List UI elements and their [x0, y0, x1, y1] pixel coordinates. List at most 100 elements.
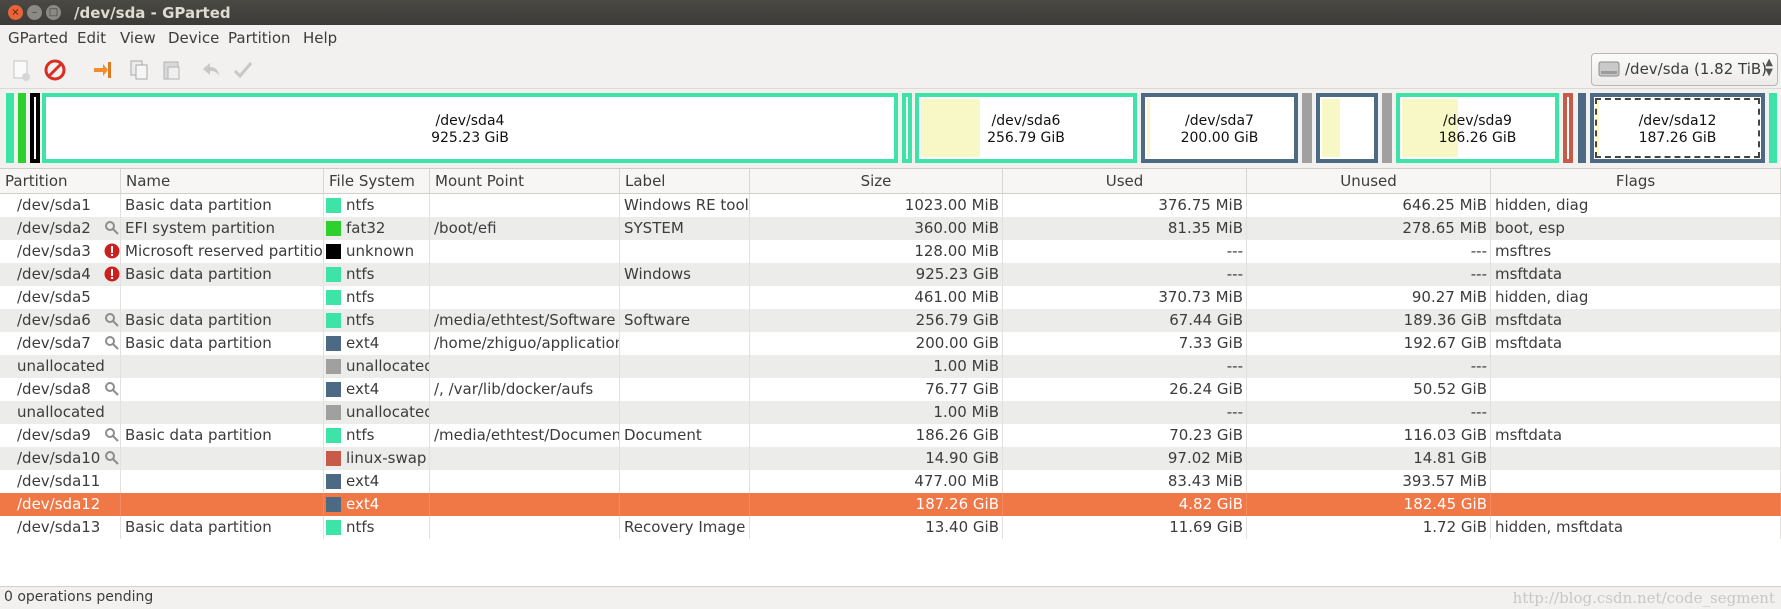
menu-gparted[interactable]: GParted: [8, 29, 68, 47]
cell-name: Microsoft reserved partition: [121, 240, 324, 263]
table-row[interactable]: /dev/sda2 EFI system partition fat32/boot/…: [0, 217, 1781, 240]
cell-size: 461.00 MiB: [750, 286, 1003, 309]
menu-partition[interactable]: Partition: [228, 29, 291, 47]
table-row[interactable]: /dev/sda12 ext4 187.26 GiB 4.82 GiB 182.45 G…: [0, 493, 1781, 516]
size-value: 128.00 MiB: [914, 242, 999, 260]
column-header[interactable]: Size: [750, 169, 1003, 193]
cell-unused: ---: [1247, 355, 1491, 378]
disk-segment[interactable]: /dev/sda4 925.23 GiB: [42, 93, 898, 163]
menu-edit[interactable]: Edit: [77, 29, 106, 47]
cell-size: 187.26 GiB: [750, 493, 1003, 516]
table-row[interactable]: /dev/sda5 ntfs 461.00 MiB 370.73 MiB 90.27 M…: [0, 286, 1781, 309]
disk-segment[interactable]: [1316, 93, 1378, 163]
delete-partition-icon[interactable]: [43, 58, 67, 82]
used-value: 67.44 GiB: [1169, 311, 1243, 329]
column-header[interactable]: Label: [620, 169, 750, 193]
cell-unused: 90.27 MiB: [1247, 286, 1491, 309]
table-row[interactable]: /dev/sda4 Basic data partition ntfs Windows…: [0, 263, 1781, 286]
table-header: Partition Name File System Mount Point Label…: [0, 169, 1781, 194]
table-row[interactable]: unallocated unallocated 1.00 MiB --- ---: [0, 355, 1781, 378]
partition-path: /dev/sda3: [17, 242, 91, 260]
filesystem-type: fat32: [346, 219, 386, 237]
disk-segment[interactable]: [1769, 93, 1777, 163]
disk-segment[interactable]: [18, 93, 26, 163]
table-row[interactable]: /dev/sda9 Basic data partition ntfs/media/…: [0, 424, 1781, 447]
column-header[interactable]: Flags: [1491, 169, 1781, 193]
filesystem-color-swatch: [326, 428, 341, 443]
column-header[interactable]: Unused: [1247, 169, 1491, 193]
partition-name: Basic data partition: [125, 518, 272, 536]
undo-icon[interactable]: [199, 58, 223, 82]
table-row[interactable]: /dev/sda10 linux-swap 14.90 GiB 97.02 MiB 14…: [0, 447, 1781, 470]
disk-segment[interactable]: [6, 93, 14, 163]
cell-unused: 50.52 GiB: [1247, 378, 1491, 401]
cell-name: Basic data partition: [121, 332, 324, 355]
table-row[interactable]: /dev/sda13 Basic data partition ntfs Recove…: [0, 516, 1781, 539]
disk-segment[interactable]: [30, 93, 40, 163]
disk-segment[interactable]: [1302, 93, 1312, 163]
close-window-icon[interactable]: ×: [8, 5, 23, 20]
cell-name: [121, 355, 324, 378]
cell-mount-point: /media/ethtest/Software: [430, 309, 620, 332]
cell-unused: ---: [1247, 263, 1491, 286]
partition-name: Basic data partition: [125, 196, 272, 214]
used-value: 70.23 GiB: [1169, 426, 1243, 444]
table-row[interactable]: /dev/sda3 Microsoft reserved partition unk…: [0, 240, 1781, 263]
cell-used: ---: [1003, 401, 1247, 424]
table-row[interactable]: /dev/sda11 ext4 477.00 MiB 83.43 MiB 393.57 …: [0, 470, 1781, 493]
column-header[interactable]: File System: [324, 169, 430, 193]
resize-move-icon[interactable]: [91, 58, 115, 82]
menu-device[interactable]: Device: [168, 29, 219, 47]
cell-mount-point: [430, 516, 620, 539]
menu-help[interactable]: Help: [303, 29, 337, 47]
cell-mount-point: [430, 240, 620, 263]
table-row[interactable]: /dev/sda1 Basic data partition ntfs Windows…: [0, 194, 1781, 217]
paste-icon[interactable]: [159, 58, 183, 82]
flags-value: msftdata: [1495, 334, 1563, 352]
disk-segment[interactable]: [1382, 93, 1392, 163]
cell-used: ---: [1003, 240, 1247, 263]
flags-value: hidden, msftdata: [1495, 518, 1624, 536]
warning-icon: [104, 266, 120, 282]
disk-segment[interactable]: /dev/sda7 200.00 GiB: [1141, 93, 1298, 163]
filesystem-color-swatch: [326, 520, 341, 535]
new-partition-icon[interactable]: [9, 58, 33, 82]
column-header[interactable]: Name: [121, 169, 324, 193]
column-header[interactable]: Used: [1003, 169, 1247, 193]
device-selector[interactable]: /dev/sda (1.82 TiB) ▲ ▼: [1591, 53, 1778, 86]
cell-used: 70.23 GiB: [1003, 424, 1247, 447]
copy-icon[interactable]: [127, 58, 151, 82]
cell-name: [121, 378, 324, 401]
segment-size: 186.26 GiB: [1438, 130, 1517, 146]
table-row[interactable]: unallocated unallocated 1.00 MiB --- ---: [0, 401, 1781, 424]
mounted-key-icon: [104, 335, 120, 351]
disk-segment[interactable]: [902, 93, 912, 163]
table-row[interactable]: /dev/sda8 ext4 /, /var/lib/docker/aufs 76.7…: [0, 378, 1781, 401]
cell-mount-point: /, /var/lib/docker/aufs: [430, 378, 620, 401]
cell-flags: msftdata: [1491, 309, 1781, 332]
disk-segment[interactable]: [1578, 93, 1586, 163]
minimize-window-icon[interactable]: –: [27, 5, 42, 20]
column-header[interactable]: Partition: [0, 169, 121, 193]
maximize-window-icon[interactable]: □: [46, 5, 61, 20]
disk-segment[interactable]: [1563, 93, 1573, 163]
cell-label: Recovery Image: [620, 516, 750, 539]
apply-icon[interactable]: [231, 58, 255, 82]
mounted-key-icon: [104, 427, 120, 443]
column-header[interactable]: Mount Point: [430, 169, 620, 193]
mounted-key-icon: [104, 220, 120, 236]
table-row[interactable]: /dev/sda7 Basic data partition ext4/home/z…: [0, 332, 1781, 355]
size-value: 256.79 GiB: [915, 311, 999, 329]
partition-path: unallocated: [17, 403, 105, 421]
disk-segment[interactable]: /dev/sda12 187.26 GiB: [1590, 93, 1765, 163]
menu-bar: GParted Edit View Device Partition Help: [0, 25, 1781, 50]
cell-partition: /dev/sda4: [0, 263, 121, 286]
cell-label: [620, 378, 750, 401]
menu-view[interactable]: View: [120, 29, 156, 47]
filesystem-type: unallocated: [346, 357, 430, 375]
size-value: 200.00 GiB: [915, 334, 999, 352]
disk-segment[interactable]: /dev/sda6 256.79 GiB: [915, 93, 1137, 163]
size-value: 360.00 MiB: [914, 219, 999, 237]
table-row[interactable]: /dev/sda6 Basic data partition ntfs/media/…: [0, 309, 1781, 332]
disk-segment[interactable]: /dev/sda9 186.26 GiB: [1396, 93, 1559, 163]
